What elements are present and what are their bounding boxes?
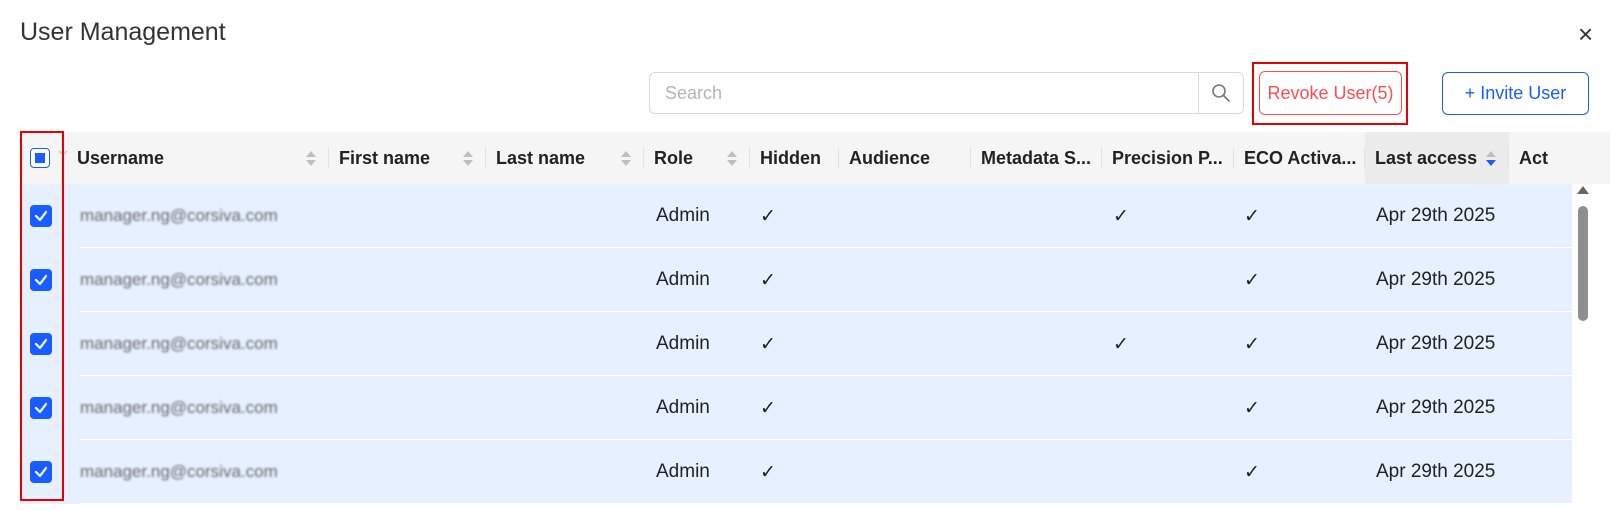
- dialog-title: User Management: [20, 18, 226, 46]
- column-header-label: Last name: [496, 147, 586, 168]
- table-row[interactable]: manager.ng@corsiva.com Admin ✓ ✓ Apr 29th 20…: [20, 376, 1572, 440]
- hidden-check: ✓: [760, 397, 776, 419]
- last-access-cell: Apr 29th 2025: [1376, 397, 1496, 418]
- last-access-cell: Apr 29th 2025: [1376, 461, 1496, 482]
- checkbox-checked-icon: [34, 466, 48, 478]
- precision-check: ✓: [1113, 205, 1129, 227]
- column-header-1[interactable]: First name: [329, 132, 486, 184]
- indeterminate-mark: [35, 153, 45, 163]
- row-checkbox[interactable]: [30, 461, 52, 483]
- column-header-2[interactable]: Last name: [486, 132, 644, 184]
- row-checkbox[interactable]: [30, 397, 52, 419]
- checkbox-checked-icon: [34, 274, 48, 286]
- username-cell: manager.ng@corsiva.com: [80, 334, 278, 353]
- row-divider: [80, 503, 1572, 504]
- hidden-check: ✓: [760, 205, 776, 227]
- column-header-label: Hidden: [760, 147, 821, 168]
- row-checkbox[interactable]: [30, 205, 52, 227]
- column-header-label: First name: [339, 147, 431, 168]
- username-cell: manager.ng@corsiva.com: [80, 462, 278, 481]
- column-header-label: Last access: [1375, 147, 1478, 168]
- column-header-9[interactable]: Last access: [1365, 132, 1509, 184]
- row-checkbox[interactable]: [30, 269, 52, 291]
- eco-check: ✓: [1244, 205, 1260, 227]
- role-cell: Admin: [656, 269, 710, 290]
- search-box: [649, 72, 1244, 114]
- search-input[interactable]: [650, 73, 1210, 113]
- last-access-cell: Apr 29th 2025: [1376, 333, 1496, 354]
- sort-icon[interactable]: [620, 148, 632, 168]
- row-checkbox[interactable]: [30, 333, 52, 355]
- column-header-label: Username: [77, 147, 165, 168]
- search-icon: [1212, 84, 1230, 102]
- scroll-up-icon[interactable]: [1577, 186, 1589, 194]
- hidden-check: ✓: [760, 333, 776, 355]
- hidden-check: ✓: [760, 461, 776, 483]
- checkbox-checked-icon: [34, 210, 48, 222]
- sort-icon[interactable]: [462, 148, 474, 168]
- column-header-label: Precision P...: [1112, 147, 1223, 168]
- sort-icon[interactable]: [726, 148, 738, 168]
- scrollbar-thumb[interactable]: [1578, 206, 1588, 321]
- sort-icon[interactable]: [1485, 148, 1497, 168]
- column-header-0[interactable]: Username: [67, 132, 329, 184]
- column-header-label: Metadata S...: [981, 147, 1092, 168]
- table-row[interactable]: manager.ng@corsiva.com Admin ✓ ✓ ✓ Apr 29th 2…: [20, 312, 1572, 376]
- role-cell: Admin: [656, 205, 710, 226]
- table-row[interactable]: manager.ng@corsiva.com Admin ✓ ✓ Apr 29th 20…: [20, 248, 1572, 312]
- role-cell: Admin: [656, 397, 710, 418]
- table-header: Username First name Last name Role Hidden Aud…: [20, 132, 1610, 184]
- checkbox-checked-icon: [34, 402, 48, 414]
- column-header-4[interactable]: Hidden: [750, 132, 839, 184]
- eco-check: ✓: [1244, 397, 1260, 419]
- sort-icon[interactable]: [305, 148, 317, 168]
- users-table: Username First name Last name Role Hidden Aud…: [20, 132, 1610, 510]
- revoke-user-button[interactable]: Revoke User(5): [1259, 71, 1402, 115]
- last-access-cell: Apr 29th 2025: [1376, 205, 1496, 226]
- column-header-label: Audience: [849, 147, 931, 168]
- column-header-10[interactable]: Act: [1509, 132, 1610, 184]
- column-header-7[interactable]: Precision P...: [1102, 132, 1234, 184]
- username-cell: manager.ng@corsiva.com: [80, 206, 278, 225]
- eco-check: ✓: [1244, 461, 1260, 483]
- eco-check: ✓: [1244, 333, 1260, 355]
- column-header-6[interactable]: Metadata S...: [971, 132, 1102, 184]
- last-access-cell: Apr 29th 2025: [1376, 269, 1496, 290]
- username-cell: manager.ng@corsiva.com: [80, 398, 278, 417]
- table-row[interactable]: manager.ng@corsiva.com Admin ✓ ✓ ✓ Apr 29th 2…: [20, 184, 1572, 248]
- role-cell: Admin: [656, 333, 710, 354]
- search-button[interactable]: [1198, 73, 1243, 113]
- role-cell: Admin: [656, 461, 710, 482]
- column-header-8[interactable]: ECO Activa...: [1234, 132, 1365, 184]
- close-icon[interactable]: ×: [1578, 20, 1593, 48]
- column-header-5[interactable]: Audience: [839, 132, 971, 184]
- column-header-label: Act: [1519, 147, 1549, 168]
- vertical-scrollbar[interactable]: [1576, 184, 1590, 510]
- username-cell: manager.ng@corsiva.com: [80, 270, 278, 289]
- column-header-3[interactable]: Role: [644, 132, 750, 184]
- precision-check: ✓: [1113, 333, 1129, 355]
- invite-user-button[interactable]: + Invite User: [1442, 72, 1589, 115]
- hidden-check: ✓: [760, 269, 776, 291]
- table-row[interactable]: manager.ng@corsiva.com Admin ✓ ✓ Apr 29th 20…: [20, 440, 1572, 504]
- column-header-label: Role: [654, 147, 694, 168]
- eco-check: ✓: [1244, 269, 1260, 291]
- checkbox-checked-icon: [34, 338, 48, 350]
- column-header-label: ECO Activa...: [1244, 147, 1357, 168]
- select-all-checkbox[interactable]: [30, 148, 50, 168]
